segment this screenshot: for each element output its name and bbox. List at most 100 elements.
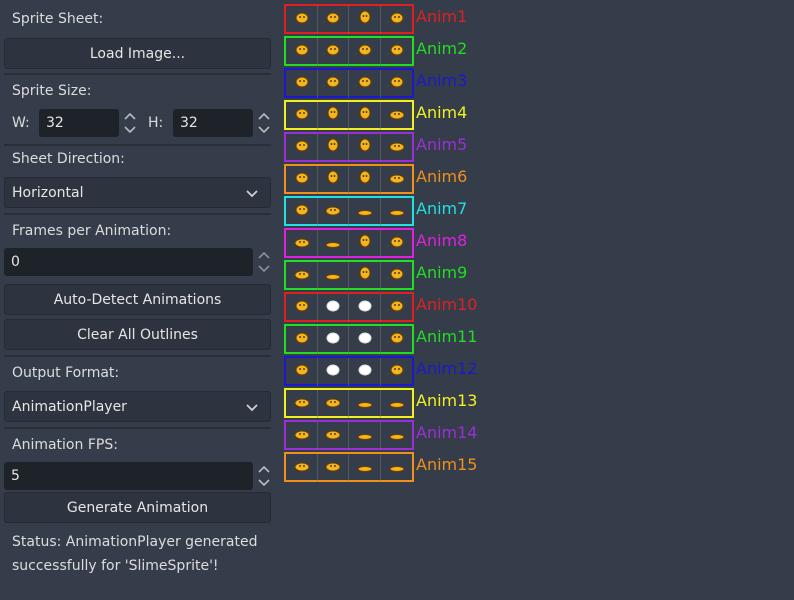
slime-sprite-icon xyxy=(325,458,341,478)
sprite-frame xyxy=(317,454,349,482)
sprite-frame xyxy=(286,358,318,386)
slime-sprite-icon xyxy=(294,234,310,254)
fps-spinner[interactable] xyxy=(257,462,271,490)
slime-sprite-icon xyxy=(357,266,373,286)
height-spinner[interactable] xyxy=(257,109,271,137)
animation-label: Anim8 xyxy=(416,231,468,250)
sprite-frame xyxy=(286,390,318,418)
animation-label: Anim15 xyxy=(416,455,478,474)
generate-animation-button[interactable]: Generate Animation xyxy=(4,492,271,523)
load-image-button[interactable]: Load Image... xyxy=(4,38,271,69)
sprite-frame xyxy=(381,38,413,66)
animation-outline-row[interactable] xyxy=(284,356,414,386)
separator xyxy=(4,213,271,215)
clear-outlines-button[interactable]: Clear All Outlines xyxy=(4,319,271,350)
animation-outline-row[interactable] xyxy=(284,196,414,226)
sprite-frame xyxy=(317,262,349,290)
slime-sprite-icon xyxy=(389,42,405,62)
sprite-frame xyxy=(317,294,349,322)
slime-sprite-icon xyxy=(325,426,341,446)
animation-outline-row[interactable] xyxy=(284,68,414,98)
slime-sprite-icon xyxy=(325,10,341,30)
sidebar-panel: Sprite Sheet: Load Image... Sprite Size:… xyxy=(0,0,276,600)
slime-sprite-icon xyxy=(357,74,373,94)
slime-sprite-icon xyxy=(357,298,373,318)
spinner-arrows-icon xyxy=(258,465,270,487)
sprite-frame xyxy=(381,390,413,418)
slime-sprite-icon xyxy=(325,298,341,318)
sprite-frame xyxy=(349,166,381,194)
animation-fps-input[interactable]: 5 xyxy=(4,462,253,490)
animation-label: Anim2 xyxy=(416,39,468,58)
animation-label: Anim9 xyxy=(416,263,468,282)
sprite-frame xyxy=(381,230,413,258)
slime-sprite-icon xyxy=(294,202,310,222)
animation-outline-row[interactable] xyxy=(284,324,414,354)
sprite-size-label: Sprite Size: xyxy=(12,83,92,99)
slime-sprite-icon xyxy=(325,106,341,126)
animation-label: Anim11 xyxy=(416,327,478,346)
slime-sprite-icon xyxy=(294,394,310,414)
slime-sprite-icon xyxy=(357,330,373,350)
separator xyxy=(4,427,271,429)
slime-sprite-icon xyxy=(294,138,310,158)
separator xyxy=(4,355,271,357)
animation-outline-row[interactable] xyxy=(284,292,414,322)
slime-sprite-icon xyxy=(357,234,373,254)
slime-sprite-icon xyxy=(294,298,310,318)
slime-sprite-icon xyxy=(294,458,310,478)
sprite-frame xyxy=(381,262,413,290)
animation-outline-row[interactable] xyxy=(284,132,414,162)
sprite-frame xyxy=(317,6,349,34)
animation-outline-row[interactable] xyxy=(284,420,414,450)
animation-outline-row[interactable] xyxy=(284,164,414,194)
height-input[interactable]: 32 xyxy=(173,109,253,137)
animation-outline-row[interactable] xyxy=(284,388,414,418)
animation-outline-row[interactable] xyxy=(284,452,414,482)
slime-sprite-icon xyxy=(325,234,341,254)
sprite-frame xyxy=(286,134,318,162)
slime-sprite-icon xyxy=(294,266,310,286)
sprite-frame xyxy=(381,102,413,130)
width-input[interactable]: 32 xyxy=(39,109,119,137)
animation-outline-row[interactable] xyxy=(284,4,414,34)
slime-sprite-icon xyxy=(294,426,310,446)
frames-spinner[interactable] xyxy=(257,248,271,276)
sprite-frame xyxy=(286,198,318,226)
sprite-frame xyxy=(349,38,381,66)
sprite-frame xyxy=(381,6,413,34)
animation-label: Anim10 xyxy=(416,295,478,314)
slime-sprite-icon xyxy=(325,42,341,62)
slime-sprite-icon xyxy=(325,74,341,94)
slime-sprite-icon xyxy=(389,74,405,94)
frames-per-animation-input[interactable]: 0 xyxy=(4,248,253,276)
sprite-frame xyxy=(381,70,413,98)
slime-sprite-icon xyxy=(325,170,341,190)
sprite-frame xyxy=(349,326,381,354)
slime-sprite-icon xyxy=(357,10,373,30)
slime-sprite-icon xyxy=(325,266,341,286)
sprite-frame xyxy=(317,390,349,418)
auto-detect-button[interactable]: Auto-Detect Animations xyxy=(4,284,271,315)
chevron-down-icon xyxy=(246,190,258,198)
animation-outline-row[interactable] xyxy=(284,100,414,130)
animation-label: Anim5 xyxy=(416,135,468,154)
sprite-frame xyxy=(317,102,349,130)
sprite-frame xyxy=(286,166,318,194)
sheet-direction-select[interactable]: Horizontal xyxy=(4,177,271,208)
animation-outline-row[interactable] xyxy=(284,260,414,290)
sprite-frame xyxy=(286,294,318,322)
sprite-frame xyxy=(286,70,318,98)
animation-outline-row[interactable] xyxy=(284,36,414,66)
slime-sprite-icon xyxy=(357,458,373,478)
sprite-frame xyxy=(286,454,318,482)
slime-sprite-icon xyxy=(294,106,310,126)
sprite-frame xyxy=(286,6,318,34)
slime-sprite-icon xyxy=(294,10,310,30)
animation-outline-row[interactable] xyxy=(284,228,414,258)
sprite-frame xyxy=(381,198,413,226)
sheet-direction-value: Horizontal xyxy=(12,184,84,201)
width-spinner[interactable] xyxy=(123,109,137,137)
sprite-frame xyxy=(349,134,381,162)
output-format-select[interactable]: AnimationPlayer xyxy=(4,391,271,422)
